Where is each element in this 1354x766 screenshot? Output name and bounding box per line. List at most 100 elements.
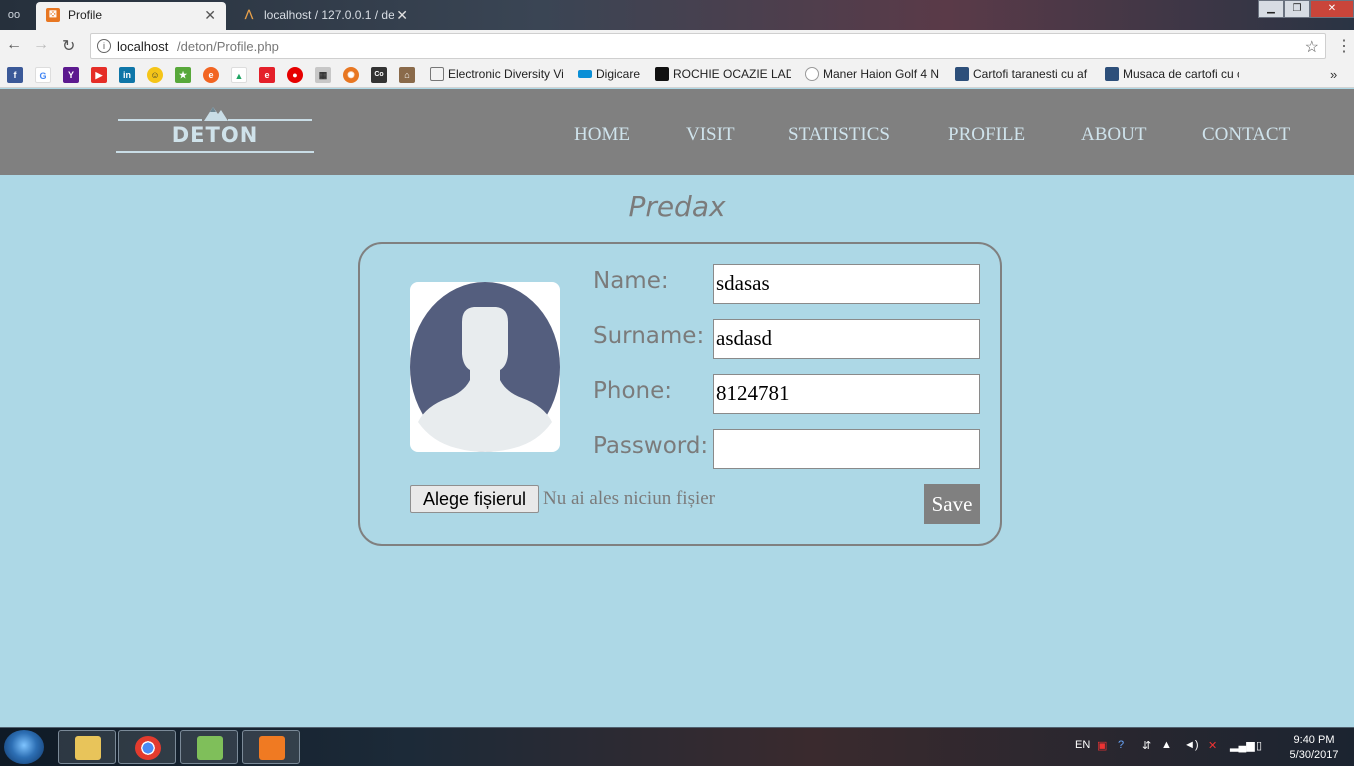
nav-profile[interactable]: PROFILE — [948, 124, 1025, 146]
tab-phpmyadmin[interactable]: ⋀ localhost / 127.0.0.1 / de ✕ — [232, 2, 418, 30]
network-error-icon[interactable]: ✕ — [1208, 739, 1217, 752]
logo-line — [228, 119, 312, 121]
adobe-tray-icon[interactable]: ▣ — [1097, 739, 1107, 752]
nav-contact[interactable]: CONTACT — [1202, 124, 1290, 146]
profile-icon[interactable]: oo — [4, 6, 24, 24]
name-input[interactable]: sdasas — [713, 264, 980, 304]
site-header: DETON HOME VISIT STATISTICS PROFILE ABOU… — [0, 89, 1354, 175]
taskbar-explorer[interactable] — [58, 730, 116, 764]
gear-bookmark-icon[interactable]: ✺ — [343, 67, 359, 83]
address-bar[interactable]: i localhost /deton/Profile.php ☆ — [90, 33, 1326, 59]
surname-label: Surname: — [593, 323, 705, 349]
help-tray-icon[interactable]: ? — [1118, 739, 1124, 751]
back-icon[interactable]: ← — [6, 36, 22, 54]
close-tab-icon[interactable]: ✕ — [396, 7, 408, 24]
taskbar-xampp[interactable] — [242, 730, 300, 764]
linkedin-icon[interactable]: in — [119, 67, 135, 83]
nav-about[interactable]: ABOUT — [1081, 124, 1146, 146]
minimize-button[interactable]: ▁ — [1258, 0, 1284, 18]
tf-icon — [655, 67, 669, 81]
bookmark-label: Electronic Diversity Vi — [448, 67, 564, 81]
nav-home[interactable]: HOME — [574, 124, 630, 146]
phone-input[interactable]: 8124781 — [713, 374, 980, 414]
url-host: localhost — [117, 39, 169, 54]
tab-title: localhost / 127.0.0.1 / de — [264, 8, 394, 22]
bookmark-item[interactable]: Cartofi taranesti cu af — [955, 67, 1089, 83]
password-input[interactable] — [713, 429, 980, 469]
cartofi-icon — [955, 67, 969, 81]
taskbar: EN ▣ ? ⇵ ▲ ◄) ✕ ▂▄▆ ▯ 9:40 PM 5/30/2017 — [0, 727, 1354, 766]
bookmark-item[interactable]: Musaca de cartofi cu c — [1105, 67, 1239, 83]
co-bookmark-icon[interactable]: Co — [371, 67, 387, 83]
phpmyadmin-icon: ⋀ — [244, 9, 254, 20]
logo-text: DETON — [171, 123, 259, 147]
star-bookmark-icon[interactable]: ★ — [175, 67, 191, 83]
info-icon[interactable]: i — [97, 39, 111, 53]
close-window-button[interactable]: ✕ — [1310, 0, 1354, 18]
surname-input[interactable]: asdasd — [713, 319, 980, 359]
smiley-icon[interactable]: ☺ — [147, 67, 163, 83]
taskbar-notepad[interactable] — [180, 730, 238, 764]
yahoo-icon[interactable]: Y — [63, 67, 79, 83]
xampp-icon: ⊠ — [46, 8, 60, 22]
clock-date: 5/30/2017 — [1289, 749, 1339, 761]
chrome-icon — [135, 736, 161, 760]
circle-bookmark-icon[interactable]: e — [203, 67, 219, 83]
user-silhouette-icon — [410, 282, 560, 452]
tab-profile[interactable]: ⊠ Profile ✕ — [36, 2, 226, 30]
bookmark-star-icon[interactable]: ☆ — [1305, 37, 1319, 57]
menu-icon[interactable]: ⋮ — [1336, 36, 1352, 56]
youtube-icon[interactable]: ▶ — [91, 67, 107, 83]
start-button[interactable] — [4, 730, 44, 764]
device-tray-icon[interactable]: ⇵ — [1142, 739, 1151, 752]
logo-line — [116, 151, 314, 153]
language-indicator[interactable]: EN — [1075, 739, 1090, 751]
bookmark-item[interactable]: Digicare — [578, 67, 644, 83]
bookmark-label: Cartofi taranesti cu af — [973, 67, 1088, 81]
name-label: Name: — [593, 268, 669, 294]
page-icon — [430, 67, 444, 81]
site-logo[interactable]: DETON — [116, 103, 314, 157]
digicare-icon — [578, 70, 592, 78]
signal-icon[interactable]: ▂▄▆ — [1230, 739, 1255, 752]
nav-statistics[interactable]: STATISTICS — [788, 124, 890, 146]
bookmark-item[interactable]: Maner Haion Golf 4 N — [805, 67, 941, 83]
show-hidden-icons[interactable]: ▲ — [1161, 739, 1172, 751]
choose-file-button[interactable]: Alege fișierul — [410, 485, 539, 513]
save-button[interactable]: Save — [924, 484, 980, 524]
reload-icon[interactable]: ↻ — [62, 36, 75, 56]
bookmark-item[interactable]: Electronic Diversity Vi — [430, 67, 564, 83]
google-icon[interactable]: G — [35, 67, 51, 83]
tab-strip: oo ⊠ Profile ✕ ⋀ localhost / 127.0.0.1 /… — [0, 0, 1354, 30]
bookmark-label: Maner Haion Golf 4 N — [823, 67, 940, 81]
volume-icon[interactable]: ◄) — [1184, 739, 1199, 751]
house-bookmark-icon[interactable]: ⌂ — [399, 67, 415, 83]
musaca-icon — [1105, 67, 1119, 81]
xampp-icon — [259, 736, 285, 760]
nav-visit[interactable]: VISIT — [686, 124, 735, 146]
folder-icon — [75, 736, 101, 760]
facebook-icon[interactable]: f — [7, 67, 23, 83]
bookmark-label: Digicare — [596, 67, 641, 81]
close-tab-icon[interactable]: ✕ — [204, 7, 216, 24]
clock-time: 9:40 PM — [1293, 734, 1335, 746]
vodafone-icon[interactable]: ● — [287, 67, 303, 83]
profile-username: Predax — [628, 190, 726, 223]
clock[interactable]: 9:40 PM 5/30/2017 — [1282, 733, 1346, 763]
olx-icon — [805, 67, 819, 81]
bookmarks-bar: f G Y ▶ in ☺ ★ e ▲ e ● ▦ ✺ Co ⌂ Electron… — [0, 62, 1354, 88]
battery-icon[interactable]: ▯ — [1256, 739, 1262, 752]
password-label: Password: — [593, 433, 709, 459]
browser-toolbar: ← → ↻ i localhost /deton/Profile.php ☆ ⋮ — [0, 30, 1354, 62]
e-bookmark-icon[interactable]: e — [259, 67, 275, 83]
more-bookmarks-icon[interactable]: » — [1330, 67, 1337, 82]
bookmark-label: Musaca de cartofi cu c — [1123, 67, 1239, 81]
maximize-button[interactable]: ❐ — [1284, 0, 1310, 18]
drive-icon[interactable]: ▲ — [231, 67, 247, 83]
bookmark-item[interactable]: ROCHIE OCAZIE LADY — [655, 67, 791, 83]
taskbar-chrome[interactable] — [118, 730, 176, 764]
grid-bookmark-icon[interactable]: ▦ — [315, 67, 331, 83]
phone-label: Phone: — [593, 378, 672, 404]
forward-icon[interactable]: → — [33, 36, 49, 54]
bookmark-label: ROCHIE OCAZIE LADY — [673, 67, 791, 81]
